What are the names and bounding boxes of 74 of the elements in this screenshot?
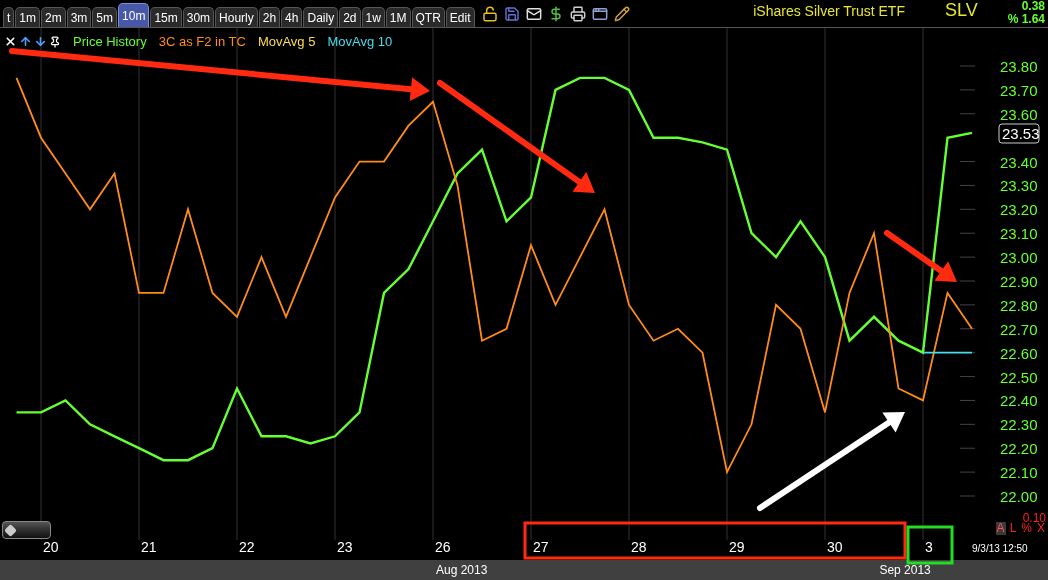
ticker-symbol: SLV [944,0,978,22]
timeframe-tab[interactable]: Hourly [215,7,258,27]
timeframe-tab[interactable]: Edit [445,7,475,27]
legend-item: 3C as F2 in TC [158,33,246,51]
price-change: 0.38 [1021,0,1045,13]
scale-toggle[interactable]: A [995,522,1006,535]
axis-label: 23.00 [1000,249,1038,267]
axis-label: 23.30 [1000,177,1038,195]
arrow-down-icon[interactable] [34,35,47,49]
axis-label: 23.60 [1000,105,1038,123]
axis-label: 21 [141,539,157,555]
timeframe-tab[interactable]: Daily [303,7,339,27]
timeframe-tab[interactable]: 1w [361,7,385,27]
handle-grip-icon [4,523,17,537]
scale-toggle[interactable]: L [1008,522,1018,535]
axis-label: 22.40 [1000,392,1038,410]
axis-label: 22.20 [1000,440,1038,458]
axis-label: 22.10 [1000,464,1038,482]
timeframe-tab[interactable]: 2d [339,7,361,27]
arrow-up-icon[interactable] [19,35,32,49]
axis-label: 23.20 [1000,201,1038,219]
axis-label: 23 [337,539,353,555]
axis-label: 22.70 [1000,320,1038,338]
security-name: iShares Silver Trust ETF [753,2,905,21]
axis-label: 22.30 [1000,416,1038,434]
legend-item: MovAvg 5 [257,33,316,51]
timeframe-tab[interactable]: 30m [182,7,215,27]
axis-label: 30 [827,539,843,555]
axis-label: 23.10 [1000,225,1038,243]
axis-label: 23.70 [1000,81,1038,99]
axis-label: 28 [631,539,647,555]
legend-item: Price History [73,33,147,51]
last-price-marker: 23.53 [998,123,1040,144]
mail-icon[interactable] [525,6,542,22]
scale-toggle[interactable]: X [1036,522,1046,535]
axis-label: 20 [43,539,59,555]
axis-label: 29 [729,539,745,555]
axis-label: 27 [533,539,549,555]
timeframe-tab[interactable]: QTR [411,7,445,27]
timeframe-tab[interactable]: 3m [66,7,92,27]
timeframe-tab[interactable]: 5m [92,7,118,27]
timeframe-tab[interactable]: 2m [41,7,66,27]
percent-change: % 1.64 [1007,13,1045,26]
scale-toggle[interactable]: % [1020,522,1033,535]
timestamp: 9/3/13 12:50 [972,542,1028,556]
timeframe-tab[interactable]: 15m [150,7,182,27]
lock-icon[interactable] [481,6,498,22]
axis-label: 22.90 [1000,273,1038,290]
timeframe-tab[interactable]: t [3,7,15,27]
axis-label: 22 [239,539,255,555]
pencil-icon[interactable] [613,6,630,22]
axis-label: 22.50 [1000,368,1038,386]
timeframe-tab[interactable]: 1M [385,7,411,27]
axis-label: 23.80 [1000,58,1038,75]
timeframe-tab[interactable]: 10m [118,3,150,27]
printer-icon[interactable] [569,6,586,22]
scale-reading: 0.10 [1022,510,1046,525]
timeframe-tab[interactable]: 1m [15,7,40,27]
window-icon[interactable] [591,6,608,22]
axis-label: 3 [925,539,933,555]
timeframe-tab[interactable]: 2h [258,7,281,27]
axis-label: 23.40 [1000,153,1038,171]
month-label: Sep 2013 [879,562,931,579]
legend-item: MovAvg 10 [327,33,393,51]
axis-label: 22.60 [1000,344,1038,362]
pin-icon[interactable] [49,35,61,48]
axis-label: 22.00 [1000,488,1038,505]
axis-label: 22.80 [1000,296,1038,314]
scroll-handle[interactable] [2,521,51,539]
save-icon[interactable] [503,6,520,22]
timeframe-tab[interactable]: 4h [281,7,303,27]
close-icon[interactable] [4,35,17,49]
axis-label: 26 [435,539,451,555]
month-label: Aug 2013 [436,562,488,579]
